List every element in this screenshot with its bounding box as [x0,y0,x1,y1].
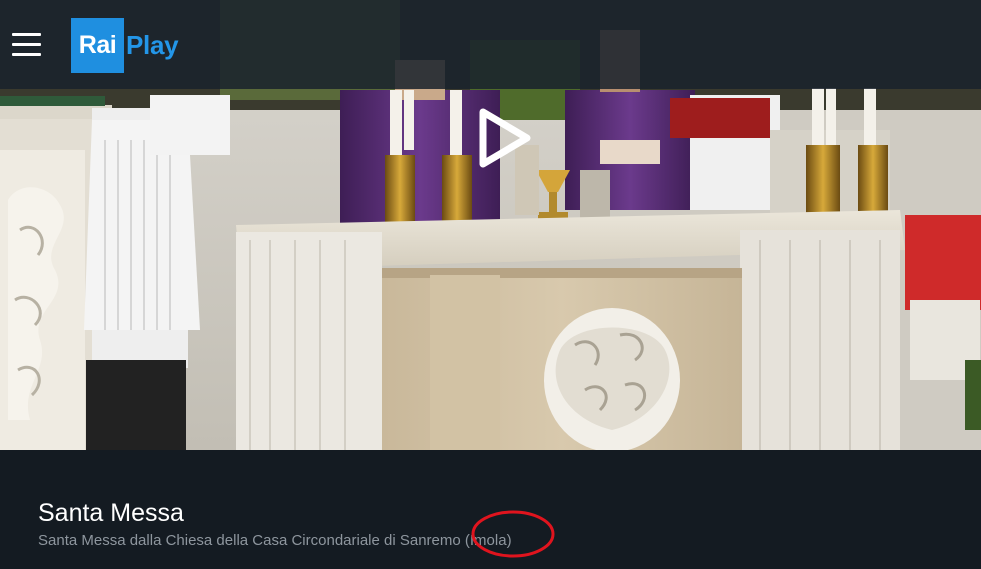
play-button[interactable] [474,106,534,170]
hamburger-line [12,33,41,36]
hamburger-line [12,43,41,46]
raiplay-logo[interactable]: Rai Play [71,18,179,73]
play-icon [479,108,531,168]
program-title: Santa Messa [38,499,184,527]
top-navigation-bar: Rai Play [0,0,981,89]
program-description: Santa Messa dalla Chiesa della Casa Circ… [38,532,512,549]
logo-play-text: Play [126,30,179,60]
raiplay-page: Rai Play Santa Messa Santa Messa dalla C… [0,0,981,569]
hamburger-line [12,53,41,56]
hamburger-menu-icon[interactable] [12,33,41,57]
logo-rai-text: Rai [71,18,124,73]
program-info: Santa Messa Santa Messa dalla Chiesa del… [0,450,981,569]
